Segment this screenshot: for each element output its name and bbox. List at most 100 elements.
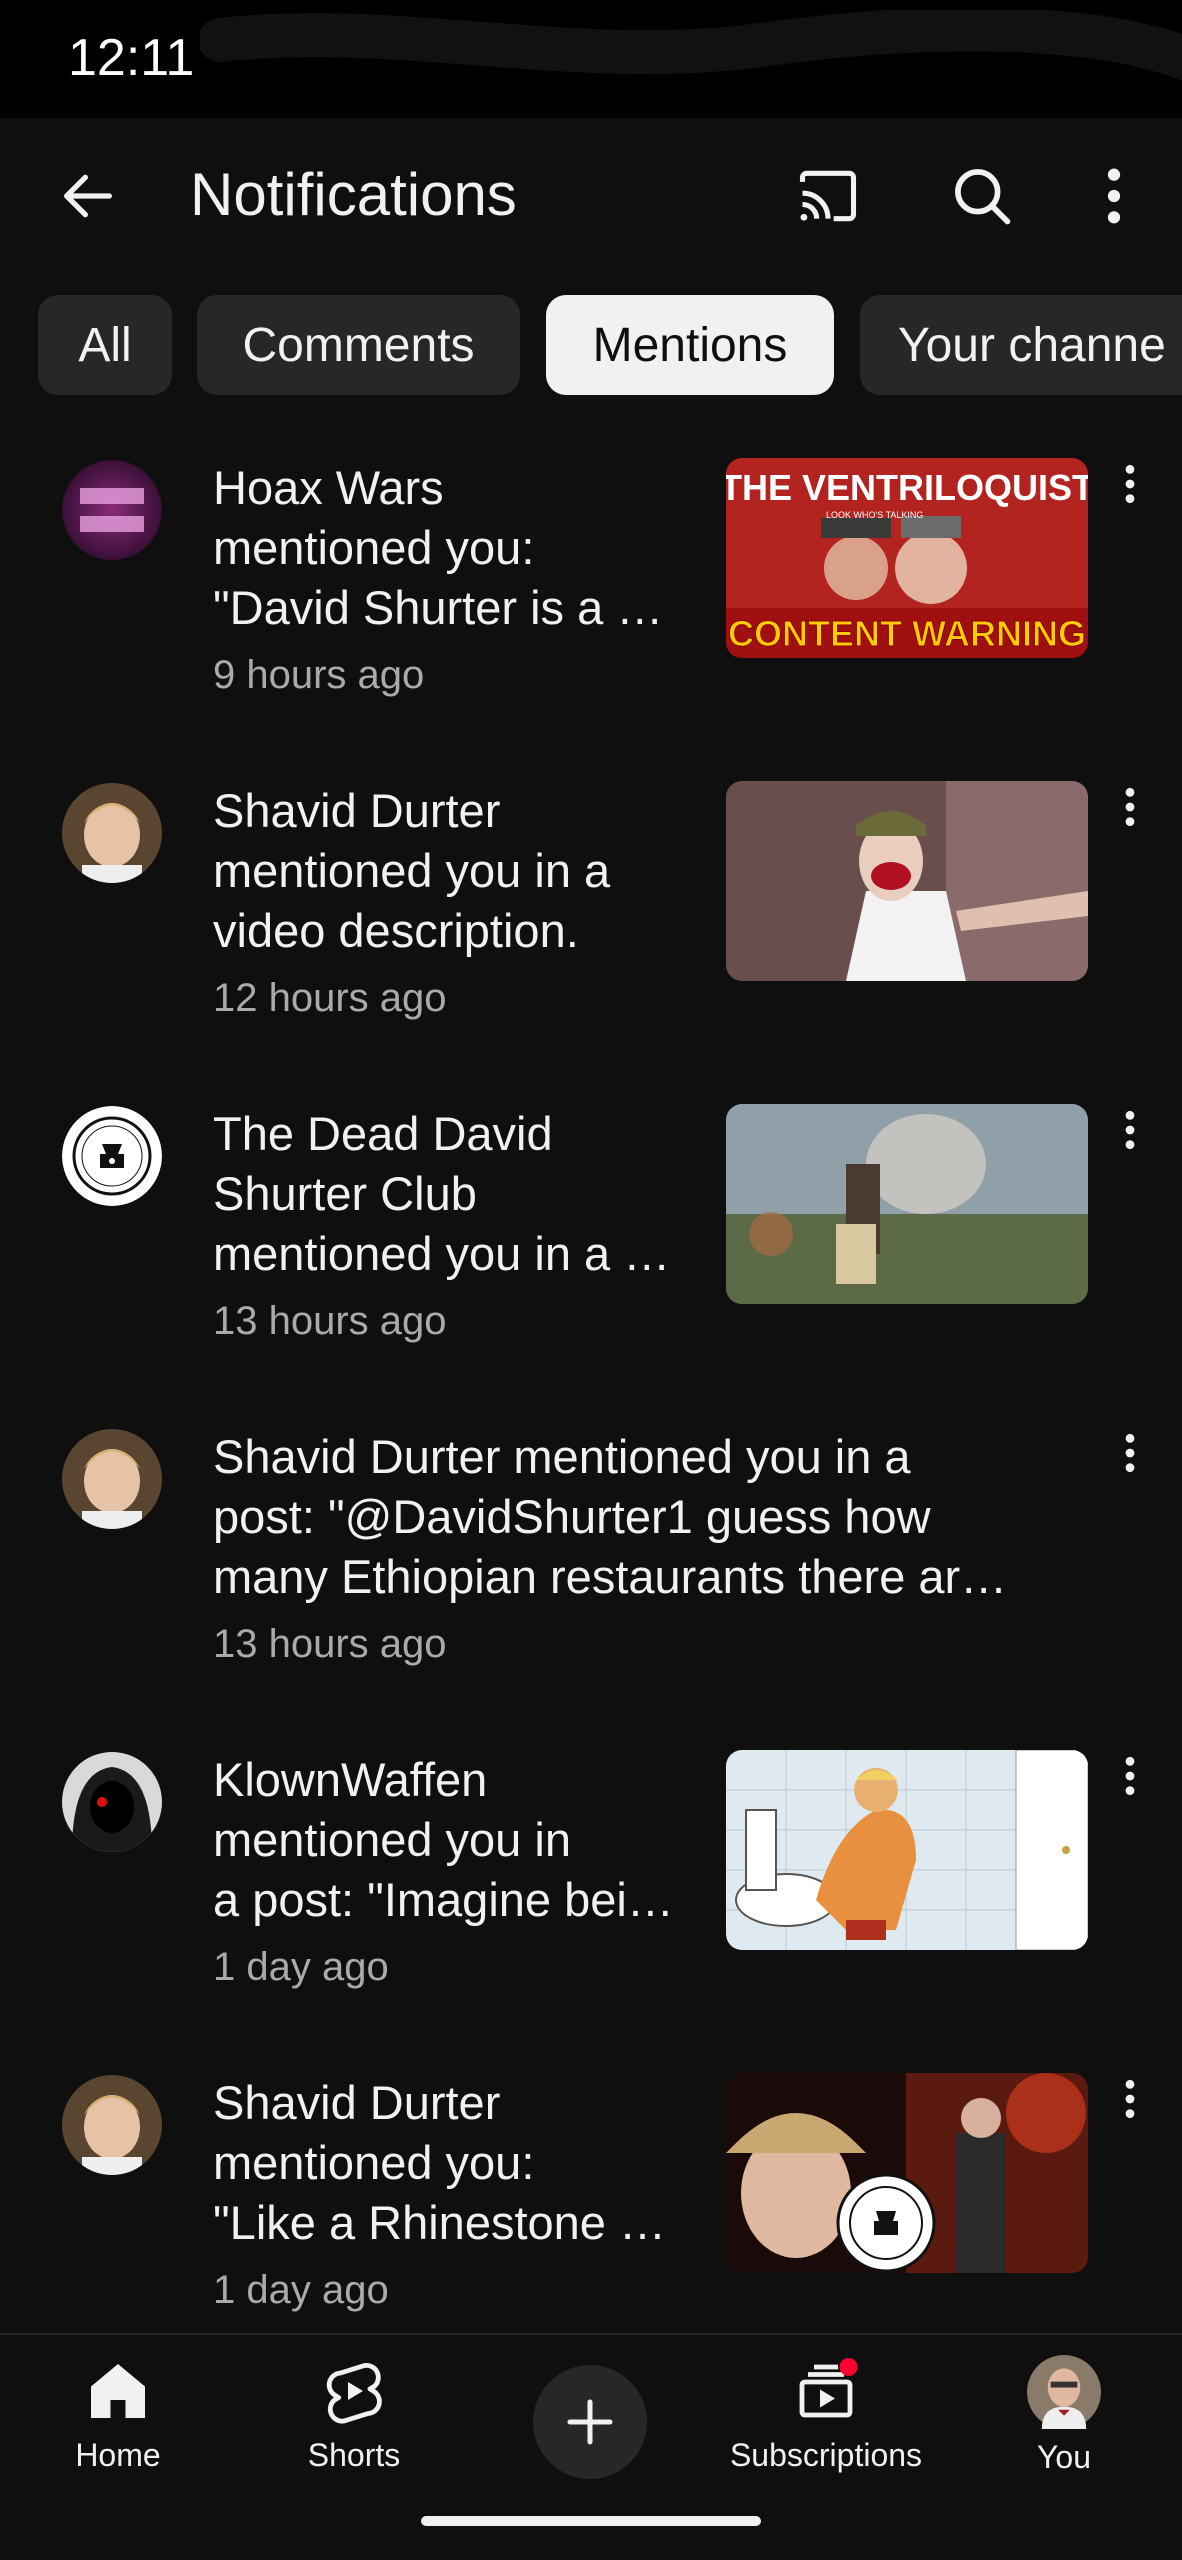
video-thumbnail[interactable]: THE VENTRILOQUIST LOOK WHO'S TALKING CON… <box>726 458 1088 658</box>
notification-line: The Dead David <box>213 1107 553 1160</box>
more-vert-icon <box>1107 168 1121 224</box>
more-vert-icon <box>1125 1433 1135 1473</box>
notification-item[interactable]: Shavid Durter mentioned you: "Like a Rhi… <box>0 2055 1182 2355</box>
notification-line: KlownWaffen <box>213 1753 488 1806</box>
nav-you-label: You <box>1037 2439 1091 2475</box>
back-button[interactable] <box>40 148 136 244</box>
notification-item[interactable]: The Dead David Shurter Club mentioned yo… <box>0 1086 1182 1386</box>
nav-home[interactable]: Home <box>8 2355 228 2495</box>
notification-text: Shavid Durter mentioned you in a post: "… <box>213 1427 1007 1607</box>
more-vert-icon <box>1125 787 1135 827</box>
avatar[interactable] <box>62 1752 162 1852</box>
item-more-button[interactable] <box>1100 1754 1160 1814</box>
notification-line: Shurter Club <box>213 1167 477 1220</box>
more-options-button[interactable] <box>1066 148 1162 244</box>
nav-subscriptions[interactable]: Subscriptions <box>716 2355 936 2495</box>
ventriloquist-thumbnail-image: THE VENTRILOQUIST LOOK WHO'S TALKING CON… <box>726 458 1088 658</box>
notification-line: Shavid Durter <box>213 784 501 837</box>
notification-line: Hoax Wars <box>213 461 444 514</box>
shorts-icon <box>326 2363 382 2424</box>
more-vert-icon <box>1125 1756 1135 1796</box>
chip-your-channel[interactable]: Your channe <box>860 295 1182 395</box>
arrow-back-icon <box>64 174 112 218</box>
page-title: Notifications <box>190 161 517 228</box>
video-thumbnail[interactable] <box>726 1104 1088 1304</box>
search-button[interactable] <box>934 148 1030 244</box>
notification-line: mentioned you in <box>213 1813 571 1866</box>
notification-line: many Ethiopian restaurants there ar… <box>213 1550 1008 1603</box>
notification-time: 1 day ago <box>213 1945 389 1989</box>
notification-time: 9 hours ago <box>213 653 425 697</box>
avatar[interactable] <box>62 2075 162 2175</box>
item-more-button[interactable] <box>1100 462 1160 522</box>
notification-line: Shavid Durter <box>213 2076 501 2129</box>
notification-time: 12 hours ago <box>213 976 447 1020</box>
club-logo-avatar-image <box>62 1106 162 1206</box>
video-thumbnail[interactable] <box>726 781 1088 981</box>
dark-hood-avatar-image <box>62 1752 162 1852</box>
notification-line: mentioned you in a <box>213 844 611 897</box>
avatar[interactable] <box>62 1106 162 1206</box>
child-photo-avatar-image <box>62 2075 162 2175</box>
item-more-button[interactable] <box>1100 785 1160 845</box>
cast-button[interactable] <box>780 148 876 244</box>
hoax-wars-avatar-image <box>62 460 162 560</box>
create-button[interactable] <box>533 2365 647 2479</box>
more-vert-icon <box>1125 464 1135 504</box>
filter-chips: All Comments Mentions Your channe <box>0 295 1182 397</box>
post-thumbnail[interactable] <box>726 1750 1088 1950</box>
notification-item[interactable]: Hoax Wars mentioned you: "David Shurter … <box>0 440 1182 740</box>
notification-item[interactable]: Shavid Durter mentioned you in a post: "… <box>0 1409 1182 1709</box>
item-more-button[interactable] <box>1100 1431 1160 1491</box>
profile-avatar-icon <box>1027 2355 1101 2429</box>
thumbnail-title: THE VENTRILOQUIST <box>726 467 1088 508</box>
chip-mentions[interactable]: Mentions <box>546 295 834 395</box>
subscriptions-icon <box>799 2358 858 2418</box>
avatar[interactable] <box>62 460 162 560</box>
notification-item[interactable]: KlownWaffen mentioned you in a post: "Im… <box>0 1732 1182 2032</box>
cast-icon <box>799 170 857 222</box>
cartoon-toilet-thumbnail-image <box>726 1750 1088 1950</box>
chip-comments[interactable]: Comments <box>197 295 520 395</box>
chip-all[interactable]: All <box>38 295 172 395</box>
notification-line: post: "@DavidShurter1 guess how <box>213 1490 931 1543</box>
nav-shorts-label: Shorts <box>307 2437 401 2473</box>
item-more-button[interactable] <box>1100 1108 1160 1168</box>
notification-line: "David Shurter is a … <box>213 581 664 634</box>
app-bar: Notifications <box>0 118 1182 274</box>
plus-icon <box>567 2399 613 2445</box>
redacted-scribble <box>200 10 1182 81</box>
clown-soldier-thumbnail-image <box>726 781 1088 981</box>
item-more-button[interactable] <box>1100 2077 1160 2137</box>
avatar[interactable] <box>62 1429 162 1529</box>
notification-line: mentioned you in a … <box>213 1227 671 1280</box>
child-photo-avatar-image <box>62 1429 162 1529</box>
notification-item[interactable]: Shavid Durter mentioned you in a video d… <box>0 763 1182 1063</box>
nav-home-label: Home <box>75 2437 161 2473</box>
notification-time: 13 hours ago <box>213 1299 447 1343</box>
notification-time: 1 day ago <box>213 2268 389 2312</box>
notification-text: KlownWaffen mentioned you in a post: "Im… <box>213 1750 674 1930</box>
more-vert-icon <box>1125 1110 1135 1150</box>
avatar[interactable] <box>62 783 162 883</box>
notification-text: Shavid Durter mentioned you in a video d… <box>213 781 610 961</box>
thumbnail-subtitle: LOOK WHO'S TALKING <box>826 510 923 520</box>
notification-text: Hoax Wars mentioned you: "David Shurter … <box>213 458 663 638</box>
nav-you[interactable]: You <box>954 2355 1174 2495</box>
notification-line: a post: "Imagine bei… <box>213 1873 674 1926</box>
video-thumbnail[interactable] <box>726 2073 1088 2273</box>
status-bar: 12:11 <box>0 0 1182 118</box>
nav-shorts[interactable]: Shorts <box>244 2355 464 2495</box>
notification-line: "Like a Rhinestone … <box>213 2196 666 2249</box>
notification-line: Shavid Durter mentioned you in a <box>213 1430 911 1483</box>
home-icon <box>91 2364 145 2418</box>
nav-subscriptions-label: Subscriptions <box>729 2437 923 2473</box>
more-vert-icon <box>1125 2079 1135 2119</box>
thumbnail-banner: CONTENT WARNING <box>728 613 1086 654</box>
landscape-thumbnail-image <box>726 1104 1088 1304</box>
concert-thumbnail-image <box>726 2073 1088 2273</box>
notification-text: The Dead David Shurter Club mentioned yo… <box>213 1104 670 1284</box>
notification-line: video description. <box>213 904 579 957</box>
status-time: 12:11 <box>68 29 195 87</box>
home-indicator[interactable] <box>421 2516 761 2526</box>
